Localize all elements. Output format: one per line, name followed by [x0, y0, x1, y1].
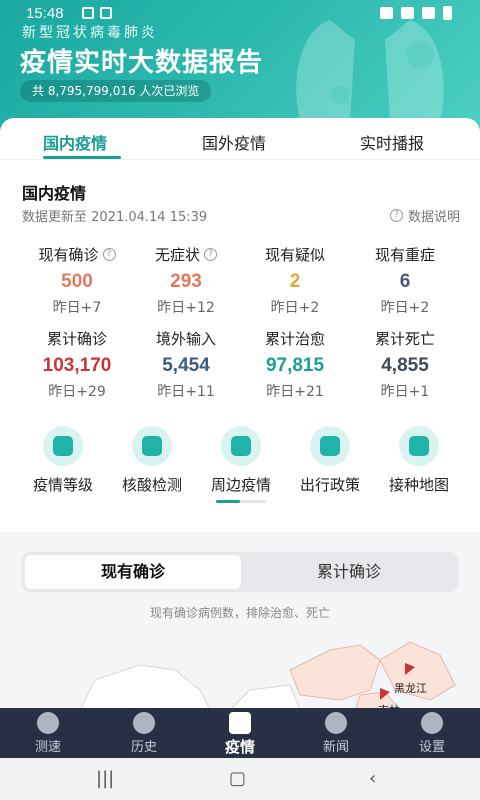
quick-link-label: 核酸检测	[121, 476, 182, 494]
help-icon[interactable]: ?	[102, 248, 116, 261]
stat-value: 6	[399, 271, 411, 292]
test-tube-icon	[132, 426, 172, 466]
recent-apps-icon[interactable]: |||	[96, 768, 114, 789]
speed-gauge-icon	[37, 712, 59, 734]
stat-value: 2	[289, 271, 301, 292]
china-map[interactable]: 黑龙江 吉林	[0, 630, 480, 710]
nav-item[interactable]: 新闻	[301, 712, 371, 755]
stat-change: 昨日+2	[380, 300, 430, 316]
stat-item[interactable]: 累计确诊 103,170 昨日+29	[22, 328, 132, 401]
nav-item[interactable]: 设置	[397, 712, 467, 755]
nav-item[interactable]: 测速	[13, 712, 83, 755]
map-caption: 现有确诊病例数，排除治愈、死亡	[149, 606, 330, 620]
quick-link-label: 疫情等级	[32, 476, 93, 494]
quick-link[interactable]: 出行政策	[282, 426, 378, 495]
nav-item-label: 设置	[418, 740, 445, 755]
stat-label: 境外输入	[155, 330, 216, 348]
stat-label: 现有疑似	[264, 246, 325, 264]
image-notification-icon	[100, 7, 112, 19]
signal-icon	[422, 7, 435, 19]
stat-item[interactable]: 现有确诊? 500 昨日+7	[22, 244, 132, 317]
nearby-buildings-icon	[221, 426, 261, 466]
stat-change: 昨日+7	[52, 300, 102, 316]
nav-item-label: 新闻	[322, 740, 349, 755]
back-icon[interactable]: ‹	[369, 768, 376, 789]
nav-item-label: 疫情	[224, 738, 255, 756]
notification-icon	[82, 7, 94, 19]
quick-link[interactable]: 周边疫情	[193, 426, 289, 495]
stat-label: 现有确诊?	[22, 244, 132, 265]
active-tab-indicator	[43, 156, 121, 159]
stat-change: 昨日+2	[270, 300, 320, 316]
help-icon[interactable]: ?	[204, 248, 217, 261]
wifi-icon	[401, 7, 414, 19]
stat-label: 累计治愈	[264, 330, 325, 348]
stat-value: 5,454	[162, 355, 210, 376]
stat-item[interactable]: 累计死亡 4,855 昨日+1	[350, 328, 460, 401]
stat-change: 昨日+1	[380, 384, 430, 400]
view-count-badge: 共 8,795,799,016 人次已浏览	[20, 80, 212, 102]
stat-change: 昨日+21	[266, 384, 324, 400]
car-icon	[310, 426, 350, 466]
virus-name: 新型冠状病毒肺炎	[22, 25, 158, 41]
battery-icon	[443, 6, 452, 20]
medical-cross-icon	[229, 712, 251, 734]
stat-item[interactable]: 境外输入 5,454 昨日+11	[131, 328, 241, 401]
stat-label: 累计死亡	[374, 330, 435, 348]
quick-link-label: 接种地图	[388, 476, 449, 494]
stat-value: 97,815	[265, 355, 325, 376]
nav-item[interactable]: 疫情	[205, 712, 275, 757]
stat-value: 293	[170, 271, 202, 292]
quick-link-label: 出行政策	[299, 476, 360, 494]
stat-change: 昨日+12	[157, 300, 215, 316]
stat-value: 103,170	[42, 355, 112, 376]
bottom-navigation: 测速 历史 疫情 新闻 设置	[0, 708, 480, 758]
gear-icon	[421, 712, 443, 734]
stat-change: 昨日+29	[48, 384, 106, 400]
stat-label: 累计确诊	[46, 330, 107, 348]
data-note-label: 数据说明	[407, 210, 460, 225]
tab-bar: 国内疫情 国外疫情 实时播报	[0, 118, 480, 160]
status-time: 15:48	[26, 5, 64, 22]
tab-foreign[interactable]: 国外疫情	[202, 130, 266, 154]
section-title: 国内疫情	[22, 184, 87, 203]
nav-item-label: 历史	[130, 740, 157, 755]
tab-domestic[interactable]: 国内疫情	[43, 130, 107, 154]
stat-item[interactable]: 现有疑似 2 昨日+2	[240, 244, 350, 317]
update-time: 数据更新至 2021.04.14 15:39	[22, 210, 208, 225]
history-pin-icon	[133, 712, 155, 734]
quick-link[interactable]: 核酸检测	[104, 426, 200, 495]
alert-level-icon	[43, 426, 83, 466]
case-type-toggle: 现有确诊 累计确诊	[22, 552, 458, 592]
newspaper-icon	[325, 712, 347, 734]
quick-link[interactable]: 接种地图	[371, 426, 467, 495]
vaccine-plus-icon	[399, 426, 439, 466]
toggle-current-cases[interactable]: 现有确诊	[25, 555, 241, 589]
quick-link-label: 周边疫情	[210, 476, 271, 494]
quick-link[interactable]: 疫情等级	[15, 426, 111, 495]
data-note-link[interactable]: ? 数据说明	[389, 206, 460, 225]
stat-item[interactable]: 现有重症 6 昨日+2	[350, 244, 460, 317]
system-navigation-bar: ||| ▢ ‹	[0, 758, 480, 800]
stat-value: 4,855	[381, 355, 429, 376]
home-icon[interactable]: ▢	[229, 768, 246, 789]
tab-live-broadcast[interactable]: 实时播报	[360, 130, 424, 154]
nav-item[interactable]: 历史	[109, 712, 179, 755]
domestic-card: 国内疫情 国外疫情 实时播报 国内疫情 数据更新至 2021.04.14 15:…	[0, 118, 480, 532]
stat-item[interactable]: 累计治愈 97,815 昨日+21	[240, 328, 350, 401]
mute-icon	[380, 7, 393, 19]
map-shapes	[79, 641, 456, 710]
stat-label: 现有重症	[374, 246, 435, 264]
stat-change: 昨日+11	[157, 384, 215, 400]
toggle-total-cases[interactable]: 累计确诊	[241, 555, 457, 589]
scroll-indicator	[216, 500, 266, 503]
stat-label: 无症状?	[131, 244, 241, 265]
stat-item[interactable]: 无症状? 293 昨日+12	[131, 244, 241, 317]
map-label-heilongjiang: 黑龙江	[394, 682, 427, 695]
stat-value: 500	[61, 271, 93, 292]
question-icon: ?	[389, 209, 403, 222]
nav-item-label: 测速	[34, 740, 61, 755]
page-title: 疫情实时大数据报告	[20, 48, 264, 78]
